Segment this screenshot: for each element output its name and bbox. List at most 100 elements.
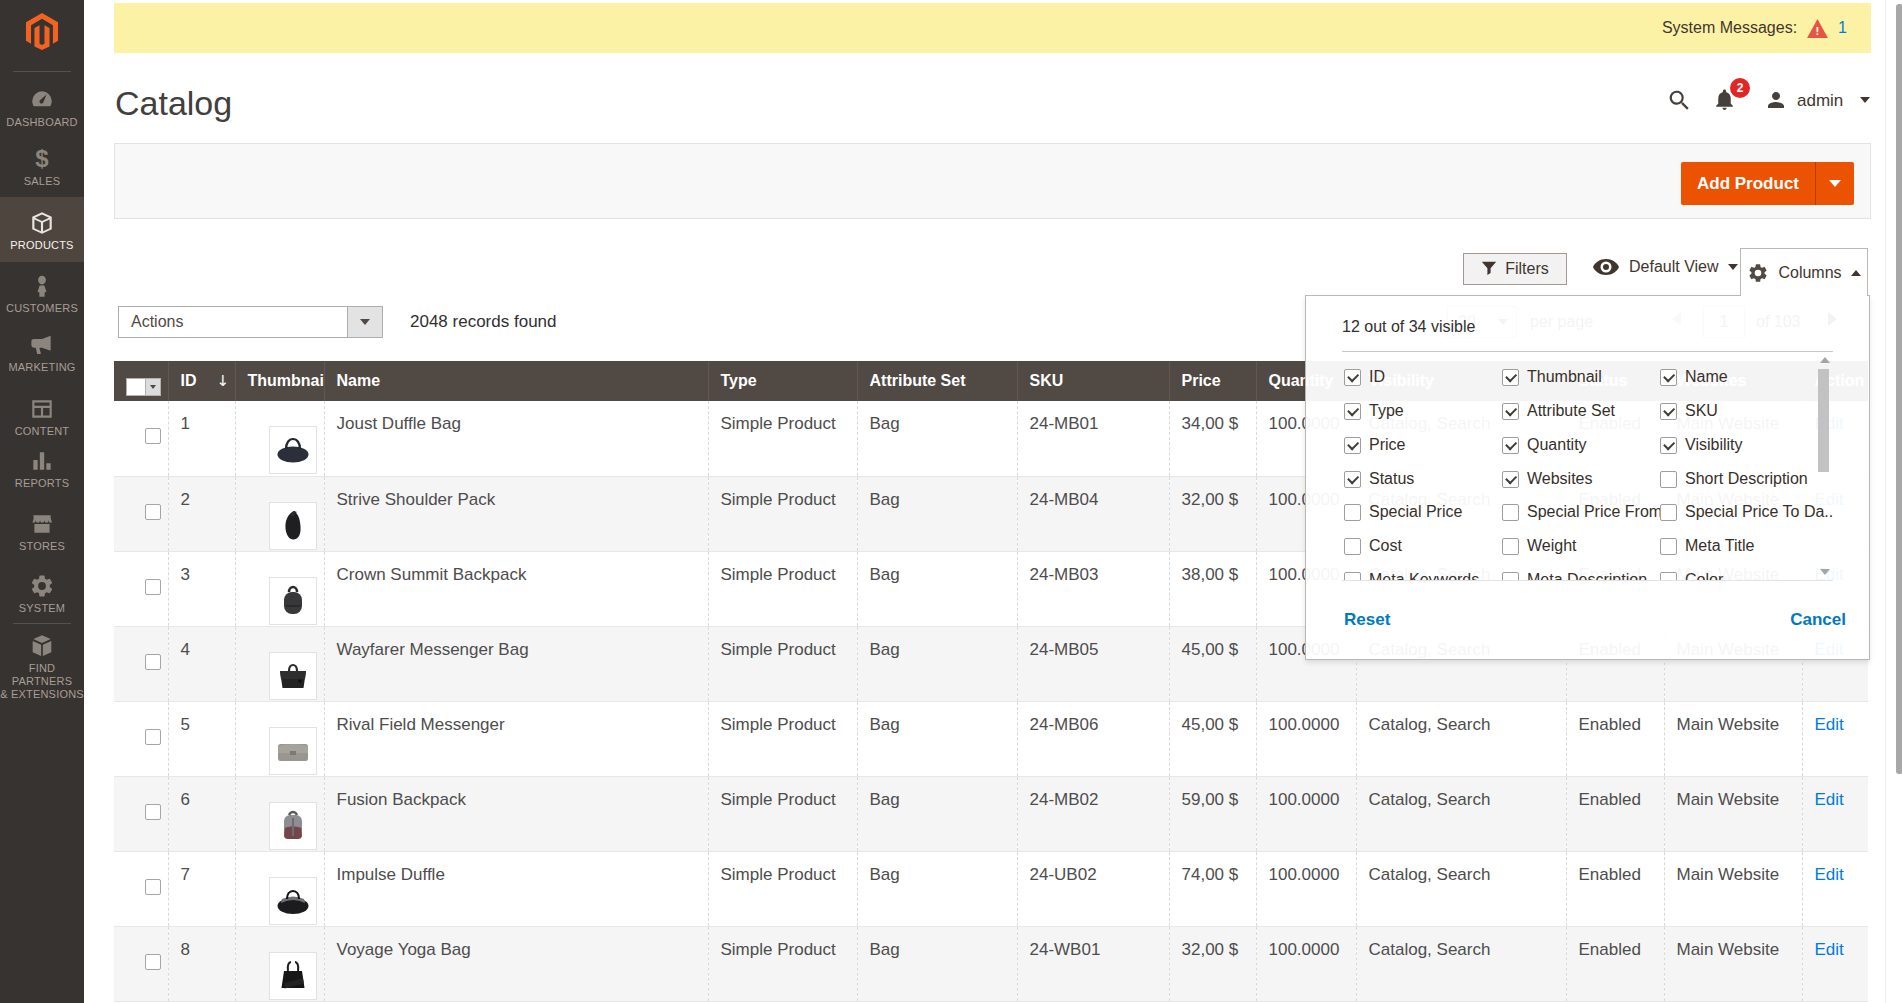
select-all-multicheck[interactable]	[126, 378, 161, 396]
row-checkbox[interactable]	[145, 879, 161, 895]
actions-select-toggle[interactable]	[347, 307, 382, 337]
default-view-dropdown[interactable]: Default View	[1592, 258, 1738, 276]
sidebar-item-system[interactable]: SYSTEM	[0, 573, 84, 615]
checkbox[interactable]	[1502, 504, 1519, 521]
notifications-count-badge[interactable]: 2	[1730, 78, 1750, 98]
column-toggle-weight[interactable]: Weight	[1502, 537, 1577, 555]
checkbox[interactable]	[1344, 538, 1361, 555]
checkbox[interactable]	[1344, 437, 1361, 454]
product-thumbnail	[269, 502, 317, 550]
sort-desc-icon: ↓	[217, 372, 230, 390]
checkbox[interactable]	[1660, 403, 1677, 420]
column-toggle-meta-description[interactable]: Meta Description	[1502, 571, 1647, 581]
actions-select[interactable]: Actions	[118, 306, 383, 338]
system-messages-count[interactable]: 1	[1838, 19, 1847, 37]
column-toggle-status[interactable]: Status	[1344, 470, 1414, 488]
column-toggle-short-description[interactable]: Short Description	[1660, 470, 1808, 488]
column-toggle-attribute-set[interactable]: Attribute Set	[1502, 402, 1615, 420]
checkbox[interactable]	[1660, 437, 1677, 454]
checkbox[interactable]	[1344, 504, 1361, 521]
admin-user-name[interactable]: admin	[1797, 91, 1843, 111]
sidebar-item-reports[interactable]: REPORTS	[0, 448, 84, 490]
checkbox[interactable]	[1502, 572, 1519, 582]
column-toggle-visibility[interactable]: Visibility	[1660, 436, 1743, 454]
checkbox[interactable]	[1502, 538, 1519, 555]
checkbox[interactable]	[1660, 572, 1677, 582]
checkbox[interactable]	[1502, 369, 1519, 386]
admin-caret-icon[interactable]	[1860, 97, 1870, 103]
sidebar-item-dashboard[interactable]: DASHBOARD	[0, 87, 84, 129]
search-icon[interactable]	[1666, 87, 1692, 113]
row-checkbox[interactable]	[145, 579, 161, 595]
column-header-id[interactable]: ID↓	[168, 361, 235, 401]
scrollbar-thumb[interactable]	[1818, 369, 1829, 472]
edit-link[interactable]: Edit	[1815, 790, 1844, 809]
row-checkbox[interactable]	[145, 654, 161, 670]
row-checkbox[interactable]	[145, 428, 161, 444]
magento-logo[interactable]	[22, 13, 62, 50]
column-toggle-type[interactable]: Type	[1344, 402, 1404, 420]
column-toggle-cost[interactable]: Cost	[1344, 537, 1402, 555]
column-header-attribute-set[interactable]: Attribute Set	[857, 361, 1017, 401]
checkbox[interactable]	[1660, 504, 1677, 521]
checkbox[interactable]	[1344, 369, 1361, 386]
checkbox[interactable]	[1660, 538, 1677, 555]
column-header-name[interactable]: Name	[324, 361, 708, 401]
add-product-button[interactable]: Add Product	[1681, 162, 1854, 205]
sidebar-item-marketing[interactable]: MARKETING	[0, 332, 84, 374]
column-toggle-special-price-to[interactable]: Special Price To Da...	[1660, 503, 1833, 521]
column-toggle-quantity[interactable]: Quantity	[1502, 436, 1587, 454]
sidebar-item-sales[interactable]: $ SALES	[0, 146, 84, 188]
column-toggle-id[interactable]: ID	[1344, 368, 1385, 386]
column-toggle-color[interactable]: Color	[1660, 571, 1723, 581]
edit-link[interactable]: Edit	[1815, 715, 1844, 734]
checkbox[interactable]	[1660, 471, 1677, 488]
column-toggle-price[interactable]: Price	[1344, 436, 1405, 454]
sidebar-item-products[interactable]: PRODUCTS	[0, 210, 84, 252]
sidebar-item-stores[interactable]: STORES	[0, 511, 84, 553]
column-toggle-special-price[interactable]: Special Price	[1344, 503, 1462, 521]
row-checkbox[interactable]	[145, 729, 161, 745]
sidebar-item-content[interactable]: CONTENT	[0, 396, 84, 438]
row-checkbox[interactable]	[145, 804, 161, 820]
checkbox[interactable]	[1344, 471, 1361, 488]
column-toggle-meta-title[interactable]: Meta Title	[1660, 537, 1754, 555]
column-toggle-special-price-from[interactable]: Special Price From...	[1502, 503, 1675, 521]
edit-link[interactable]: Edit	[1815, 865, 1844, 884]
checkbox[interactable]	[1502, 403, 1519, 420]
column-toggle-thumbnail[interactable]: Thumbnail	[1502, 368, 1602, 386]
window-scrollbar-thumb[interactable]	[1896, 4, 1902, 774]
row-checkbox[interactable]	[145, 954, 161, 970]
filters-button[interactable]: Filters	[1463, 253, 1567, 285]
column-header-type[interactable]: Type	[708, 361, 857, 401]
product-thumbnail	[269, 577, 317, 625]
scroll-down-icon[interactable]	[1820, 569, 1830, 575]
checkbox[interactable]	[1344, 403, 1361, 420]
column-header-thumbnail[interactable]: Thumbnail	[235, 361, 324, 401]
edit-link[interactable]: Edit	[1815, 940, 1844, 959]
window-scrollbar[interactable]	[1885, 0, 1902, 1003]
columns-button[interactable]: Columns	[1740, 248, 1868, 296]
checkbox[interactable]	[1344, 572, 1361, 582]
checkbox[interactable]	[1502, 471, 1519, 488]
cancel-button[interactable]: Cancel	[1790, 610, 1846, 630]
column-toggle-sku[interactable]: SKU	[1660, 402, 1718, 420]
checkbox[interactable]	[1660, 369, 1677, 386]
select-all-dropdown[interactable]	[146, 378, 161, 396]
column-toggle-name[interactable]: Name	[1660, 368, 1728, 386]
select-all-checkbox[interactable]	[126, 378, 146, 396]
column-header-price[interactable]: Price	[1169, 361, 1256, 401]
checkbox[interactable]	[1502, 437, 1519, 454]
column-header-sku[interactable]: SKU	[1017, 361, 1169, 401]
add-product-split-toggle[interactable]	[1815, 162, 1854, 205]
admin-user-icon[interactable]	[1764, 88, 1788, 112]
sidebar-item-find-partners[interactable]: FIND PARTNERS & EXTENSIONS	[0, 633, 84, 701]
scroll-up-icon[interactable]	[1820, 357, 1830, 363]
column-toggle-meta-keywords[interactable]: Meta Keywords	[1344, 571, 1479, 581]
column-toggle-websites[interactable]: Websites	[1502, 470, 1593, 488]
sidebar-item-customers[interactable]: CUSTOMERS	[0, 273, 84, 315]
row-checkbox[interactable]	[145, 504, 161, 520]
reset-button[interactable]: Reset	[1344, 610, 1390, 630]
panel-scrollbar[interactable]	[1817, 354, 1833, 578]
select-all-header[interactable]	[114, 361, 168, 401]
